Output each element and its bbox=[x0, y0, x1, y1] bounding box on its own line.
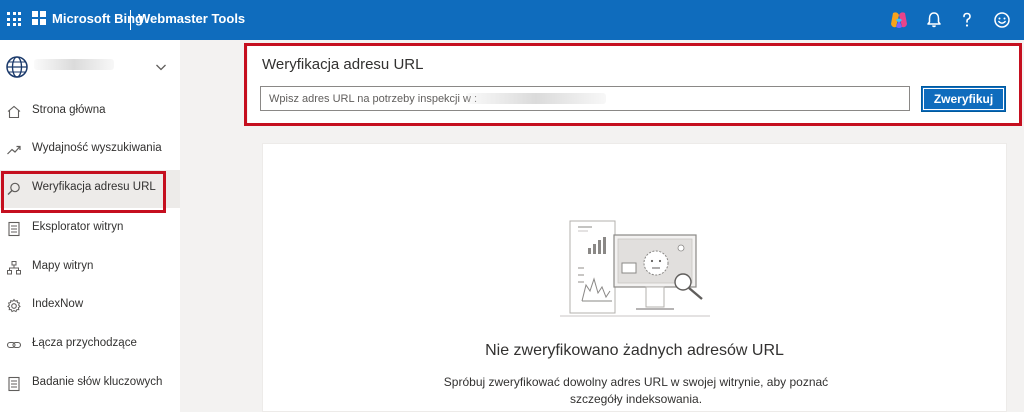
empty-state-illustration bbox=[560, 220, 710, 317]
sidebar-item-label: Mapy witryn bbox=[32, 260, 94, 272]
sidebar-item-search-performance[interactable]: Wydajność wyszukiwania bbox=[0, 131, 180, 169]
top-bar: Microsoft Bing Webmaster Tools bbox=[0, 0, 1024, 40]
document-icon bbox=[8, 376, 20, 392]
trend-icon bbox=[7, 145, 21, 155]
empty-state-title: Nie zweryfikowano żadnych adresów URL bbox=[485, 342, 784, 359]
sidebar-item-url-inspection[interactable]: Weryfikacja adresu URL bbox=[0, 170, 180, 208]
product-name[interactable]: Webmaster Tools bbox=[138, 11, 245, 26]
verify-button[interactable]: Zweryfikuj bbox=[921, 86, 1006, 112]
gear-icon bbox=[7, 298, 21, 313]
microsoft-logo-icon bbox=[32, 11, 46, 25]
sidebar-item-label: Badanie słów kluczowych bbox=[32, 376, 163, 388]
sidebar-item-site-explorer[interactable]: Eksplorator witryn bbox=[0, 210, 180, 248]
bell-icon[interactable] bbox=[922, 8, 946, 32]
copilot-icon[interactable] bbox=[887, 8, 911, 32]
site-name-redacted bbox=[34, 59, 114, 70]
document-icon bbox=[8, 221, 20, 237]
sidebar-item-label: Łącza przychodzące bbox=[32, 337, 137, 349]
globe-icon bbox=[6, 56, 28, 78]
sidebar-item-label: Weryfikacja adresu URL bbox=[32, 181, 156, 193]
feedback-smiley-icon[interactable] bbox=[990, 8, 1014, 32]
chevron-down-icon[interactable] bbox=[155, 61, 167, 73]
sidebar-item-indexnow[interactable]: IndexNow bbox=[0, 287, 180, 325]
sidebar-item-backlinks[interactable]: Łącza przychodzące bbox=[0, 326, 180, 364]
site-url-redacted bbox=[466, 93, 606, 104]
sidebar-item-label: IndexNow bbox=[32, 298, 84, 310]
sidebar-item-sitemaps[interactable]: Mapy witryn bbox=[0, 249, 180, 287]
sidebar-item-label: Wydajność wyszukiwania bbox=[32, 142, 162, 154]
sidebar-item-home[interactable]: Strona główna bbox=[0, 93, 180, 131]
sidebar-item-label: Strona główna bbox=[32, 104, 106, 116]
sidebar: Strona główna Wydajność wyszukiwania Wer… bbox=[0, 40, 180, 412]
help-icon[interactable] bbox=[955, 8, 979, 32]
link-icon bbox=[6, 341, 22, 349]
empty-state-description: Spróbuj zweryfikować dowolny adres URL w… bbox=[443, 375, 829, 406]
site-selector[interactable] bbox=[0, 40, 180, 94]
home-icon bbox=[7, 105, 21, 119]
sidebar-item-label: Eksplorator witryn bbox=[32, 221, 124, 233]
page-title: Weryfikacja adresu URL bbox=[262, 56, 424, 73]
apps-grid-icon[interactable] bbox=[7, 12, 21, 26]
brand-divider bbox=[130, 10, 131, 30]
search-icon bbox=[7, 182, 20, 195]
sitemap-icon bbox=[7, 261, 21, 275]
sidebar-item-keyword-research[interactable]: Badanie słów kluczowych bbox=[0, 365, 180, 403]
